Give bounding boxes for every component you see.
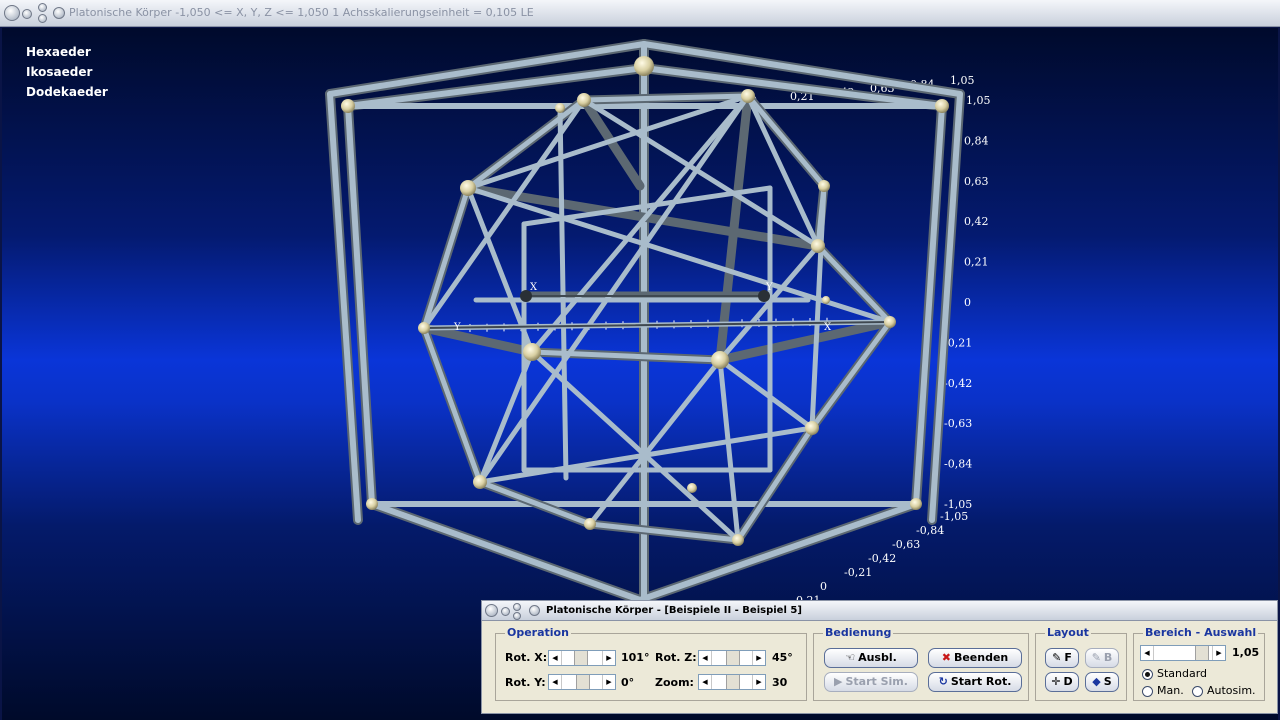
- right-axis-tick-label: 1,05: [966, 94, 991, 107]
- right-axis-tick-label: 0,42: [964, 215, 989, 228]
- rot-y-right-arrow-icon[interactable]: ▶: [602, 675, 615, 689]
- right-axis-tick-label: 0,84: [964, 134, 989, 147]
- layout-b-button[interactable]: ✎ B: [1085, 648, 1119, 668]
- start-sim-label: Start Sim.: [845, 675, 908, 688]
- axis-label-y: Y: [765, 282, 773, 293]
- rot-z-slider-thumb[interactable]: [726, 651, 740, 665]
- panel-title-bar: Platonische Körper - [Beispiele II - Bei…: [482, 601, 1277, 621]
- rot-y-left-arrow-icon[interactable]: ◀: [549, 675, 562, 689]
- hand-icon: ☜: [845, 651, 856, 664]
- rot-z-left-arrow-icon[interactable]: ◀: [699, 651, 712, 665]
- axis-label-y2: Y: [453, 322, 461, 333]
- layout-group: Layout ✎ F ✎ B ✛ D ◆ S: [1035, 626, 1127, 701]
- brush-icon: ✎: [1052, 651, 1062, 664]
- bucket-icon: ◆: [1092, 675, 1101, 688]
- layout-b-label: B: [1103, 651, 1113, 664]
- right-axis-tick-label: -0,84: [944, 458, 972, 471]
- beenden-button[interactable]: ✖ Beenden: [928, 648, 1022, 668]
- panel-maximize-button[interactable]: [513, 603, 521, 611]
- bottom-axis-tick-label: 0: [820, 580, 827, 593]
- rot-x-right-arrow-icon[interactable]: ▶: [602, 651, 615, 665]
- panel-window-icon: [529, 605, 540, 616]
- rot-x-label: Rot. X:: [505, 651, 548, 664]
- zoom-left-arrow-icon[interactable]: ◀: [699, 675, 712, 689]
- bedienung-group-label: Bedienung: [823, 626, 894, 639]
- rot-y-slider[interactable]: ◀ ▶: [548, 674, 616, 690]
- rot-x-slider[interactable]: ◀ ▶: [548, 650, 616, 666]
- zoom-value: 30: [772, 676, 788, 689]
- rot-z-label: Rot. Z:: [655, 651, 697, 664]
- beenden-label: Beenden: [953, 651, 1009, 664]
- layout-s-button[interactable]: ◆ S: [1085, 672, 1119, 692]
- bereich-value: 1,05: [1232, 646, 1260, 659]
- bereich-auswahl-group-label: Bereich - Auswahl: [1143, 626, 1259, 639]
- zoom-label: Zoom:: [655, 676, 694, 689]
- panel-close-button[interactable]: [513, 612, 521, 620]
- axis-label-x2: X: [824, 322, 832, 333]
- standard-radio-label[interactable]: Standard: [1157, 667, 1207, 680]
- right-axis-tick-label: 0: [964, 296, 971, 309]
- ikosaeder-dodekaeder-frame: [419, 91, 895, 545]
- rot-z-slider[interactable]: ◀ ▶: [698, 650, 766, 666]
- bereich-left-arrow-icon[interactable]: ◀: [1141, 646, 1154, 660]
- right-axis-tick-label: -0,63: [944, 417, 972, 430]
- panel-title: Platonische Körper - [Beispiele II - Bei…: [546, 605, 802, 616]
- rot-y-slider-thumb[interactable]: [576, 675, 590, 689]
- rot-z-right-arrow-icon[interactable]: ▶: [752, 651, 765, 665]
- right-axis-tick-label: -0,42: [944, 377, 972, 390]
- right-axis-tick-label: 0,63: [964, 175, 989, 188]
- rot-y-label: Rot. Y:: [505, 676, 546, 689]
- layout-s-label: S: [1103, 675, 1112, 688]
- rot-z-value: 45°: [772, 651, 793, 664]
- man-radio[interactable]: [1142, 686, 1153, 697]
- bereich-slider-thumb[interactable]: [1195, 646, 1209, 660]
- layout-f-button[interactable]: ✎ F: [1045, 648, 1079, 668]
- right-axis-tick-label: 0,21: [964, 256, 989, 269]
- bottom-axis-tick-label: -1,05: [940, 510, 968, 523]
- axis-label-x: X: [530, 282, 538, 293]
- bottom-axis-tick-label: -0,84: [916, 524, 944, 537]
- ausbl-label: Ausbl.: [858, 651, 897, 664]
- close-x-icon: ✖: [941, 651, 951, 664]
- ausbl-button[interactable]: ☜ Ausbl.: [824, 648, 918, 668]
- rotate-icon: ↻: [938, 675, 948, 688]
- autosim-radio-label[interactable]: Autosim.: [1207, 684, 1256, 697]
- paint-icon: ✎: [1091, 651, 1101, 664]
- bedienung-group: Bedienung ☜ Ausbl. ✖ Beenden ▶ Start Sim. ↻…: [813, 626, 1029, 701]
- rot-x-value: 101°: [621, 651, 650, 664]
- zoom-slider[interactable]: ◀ ▶: [698, 674, 766, 690]
- layout-d-label: D: [1063, 675, 1073, 688]
- operation-group-label: Operation: [505, 626, 571, 639]
- zoom-right-arrow-icon[interactable]: ▶: [752, 675, 765, 689]
- rot-x-slider-thumb[interactable]: [574, 651, 588, 665]
- operation-group: Operation Rot. X: ◀ ▶ 101° Rot. Z: ◀ ▶ 4…: [495, 626, 807, 701]
- panel-menu-button[interactable]: [485, 604, 498, 617]
- top-axis-tick-label: 1,05: [950, 74, 975, 87]
- panel-minimize-button[interactable]: [501, 607, 510, 616]
- bereich-slider[interactable]: ◀ ▶: [1140, 645, 1226, 661]
- rot-x-left-arrow-icon[interactable]: ◀: [549, 651, 562, 665]
- start-rot-button[interactable]: ↻ Start Rot.: [928, 672, 1022, 692]
- bereich-auswahl-group: Bereich - Auswahl ◀ ▶ 1,05 Standard Man.…: [1133, 626, 1265, 701]
- layout-f-label: F: [1064, 651, 1072, 664]
- man-radio-label[interactable]: Man.: [1157, 684, 1184, 697]
- bottom-axis-tick-label: -0,63: [892, 538, 920, 551]
- play-icon: ▶: [834, 675, 843, 688]
- standard-radio[interactable]: [1142, 669, 1153, 680]
- layout-group-label: Layout: [1045, 626, 1091, 639]
- bereich-right-arrow-icon[interactable]: ▶: [1212, 646, 1225, 660]
- start-sim-button[interactable]: ▶ Start Sim.: [824, 672, 918, 692]
- autosim-radio[interactable]: [1192, 686, 1203, 697]
- control-panel: Platonische Körper - [Beispiele II - Bei…: [481, 600, 1278, 714]
- layout-d-button[interactable]: ✛ D: [1045, 672, 1079, 692]
- rot-y-value: 0°: [621, 676, 635, 689]
- bottom-axis-tick-label: -0,21: [844, 566, 872, 579]
- bottom-axis-tick-label: -0,42: [868, 552, 896, 565]
- start-rot-label: Start Rot.: [950, 675, 1012, 688]
- crosshair-icon: ✛: [1051, 675, 1061, 688]
- zoom-slider-thumb[interactable]: [726, 675, 740, 689]
